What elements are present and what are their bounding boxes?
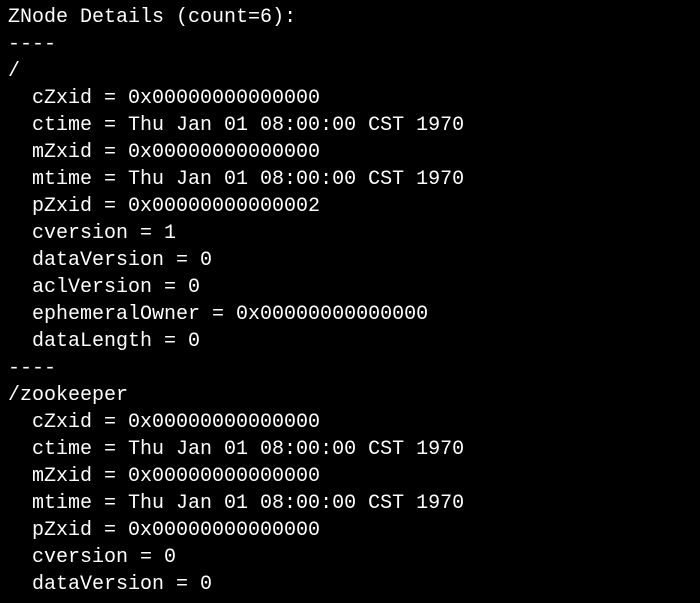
prop-value: Thu Jan 01 08:00:00 CST 1970 (128, 114, 464, 137)
znode-prop: cversion = 1 (8, 220, 692, 247)
separator: ---- (8, 355, 692, 382)
znode-prop: mZxid = 0x00000000000000 (8, 139, 692, 166)
prop-key: aclVersion (32, 276, 152, 299)
znode-path: /zookeeper (8, 382, 692, 409)
znode-prop: dataLength = 0 (8, 328, 692, 355)
prop-value: 0 (164, 546, 176, 569)
prop-key: cversion (32, 546, 128, 569)
prop-key: ctime (32, 438, 92, 461)
prop-key: dataLength (32, 330, 152, 353)
prop-key: cversion (32, 222, 128, 245)
prop-key: dataVersion (32, 249, 164, 272)
header-line: ZNode Details (count=6): (8, 4, 692, 31)
znode-prop: cZxid = 0x00000000000000 (8, 85, 692, 112)
prop-value: 0x00000000000000 (128, 519, 320, 542)
prop-value: 0x00000000000000 (128, 87, 320, 110)
separator: ---- (8, 31, 692, 58)
prop-value: 0x00000000000000 (128, 141, 320, 164)
prop-key: mtime (32, 492, 92, 515)
prop-key: cZxid (32, 411, 92, 434)
prop-value: Thu Jan 01 08:00:00 CST 1970 (128, 168, 464, 191)
znode-prop: mtime = Thu Jan 01 08:00:00 CST 1970 (8, 166, 692, 193)
prop-key: mZxid (32, 141, 92, 164)
prop-key: ctime (32, 114, 92, 137)
prop-key: mtime (32, 168, 92, 191)
prop-value: Thu Jan 01 08:00:00 CST 1970 (128, 438, 464, 461)
znode-path: / (8, 58, 692, 85)
header-title-prefix: ZNode Details (count= (8, 6, 260, 29)
prop-key: mZxid (32, 465, 92, 488)
header-title-suffix: ): (272, 6, 296, 29)
znode-prop: pZxid = 0x00000000000002 (8, 193, 692, 220)
znode-prop: cZxid = 0x00000000000000 (8, 409, 692, 436)
prop-key: pZxid (32, 519, 92, 542)
znode-prop: ctime = Thu Jan 01 08:00:00 CST 1970 (8, 436, 692, 463)
prop-key: pZxid (32, 195, 92, 218)
prop-key: cZxid (32, 87, 92, 110)
prop-key: dataVersion (32, 573, 164, 596)
prop-value: 1 (164, 222, 176, 245)
prop-value: 0x00000000000000 (128, 465, 320, 488)
prop-key: ephemeralOwner (32, 303, 200, 326)
prop-value: 0x00000000000000 (128, 411, 320, 434)
prop-value: 0 (200, 249, 212, 272)
znode-prop: dataVersion = 0 (8, 571, 692, 598)
znode-prop: mtime = Thu Jan 01 08:00:00 CST 1970 (8, 490, 692, 517)
prop-value: 0 (188, 276, 200, 299)
prop-value: 0 (188, 330, 200, 353)
znode-prop: mZxid = 0x00000000000000 (8, 463, 692, 490)
znode-prop: dataVersion = 0 (8, 247, 692, 274)
znode-prop: ctime = Thu Jan 01 08:00:00 CST 1970 (8, 112, 692, 139)
header-count: 6 (260, 6, 272, 29)
prop-value: 0x00000000000002 (128, 195, 320, 218)
prop-value: 0 (200, 573, 212, 596)
znode-prop: aclVersion = 0 (8, 274, 692, 301)
znode-prop: pZxid = 0x00000000000000 (8, 517, 692, 544)
znode-prop: ephemeralOwner = 0x00000000000000 (8, 301, 692, 328)
prop-value: Thu Jan 01 08:00:00 CST 1970 (128, 492, 464, 515)
prop-value: 0x00000000000000 (236, 303, 428, 326)
znode-prop: cversion = 0 (8, 544, 692, 571)
